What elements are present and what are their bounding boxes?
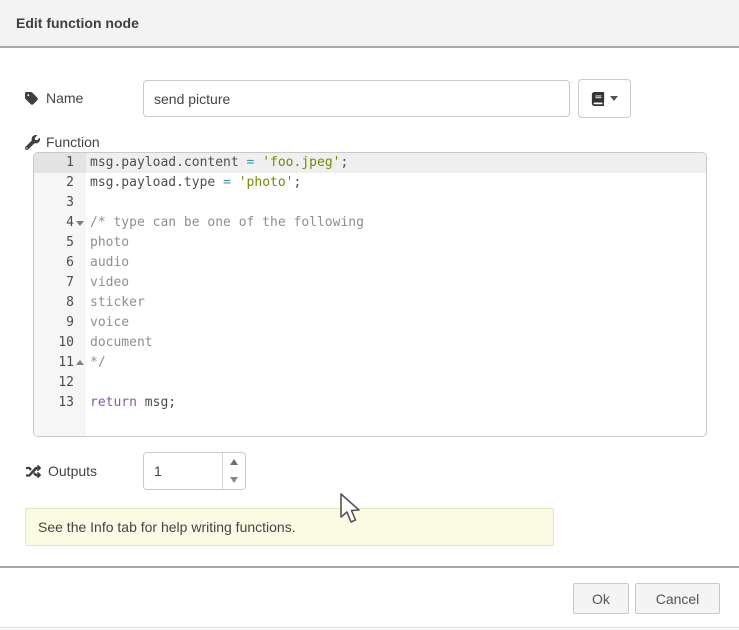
code-line[interactable]: photo <box>86 233 706 253</box>
code-lines[interactable]: msg.payload.content = 'foo.jpeg';msg.pay… <box>86 153 706 436</box>
gutter-line-number: 12 <box>34 373 86 393</box>
name-label-text: Name <box>46 90 83 106</box>
spinner-up-button[interactable] <box>223 453 245 471</box>
code-line[interactable]: */ <box>86 353 706 373</box>
outputs-spinner <box>143 452 246 490</box>
gutter-line-number: 8 <box>34 293 86 313</box>
code-line[interactable] <box>86 373 706 393</box>
arrow-up-icon <box>230 459 238 465</box>
function-code-editor[interactable]: 12345678910111213 msg.payload.content = … <box>33 152 707 437</box>
gutter-line-number: 13 <box>34 393 86 413</box>
book-icon <box>591 92 605 106</box>
cancel-button[interactable]: Cancel <box>635 583 720 614</box>
code-line[interactable]: video <box>86 273 706 293</box>
gutter-line-number: 3 <box>34 193 86 213</box>
tag-icon <box>25 91 40 106</box>
info-tip: See the Info tab for help writing functi… <box>25 508 554 546</box>
gutter-line-number: 2 <box>34 173 86 193</box>
code-line[interactable]: document <box>86 333 706 353</box>
gutter-line-number: 6 <box>34 253 86 273</box>
spinner-buttons <box>222 453 245 489</box>
dialog-title: Edit function node <box>16 15 139 31</box>
editor-gutter: 12345678910111213 <box>34 153 86 436</box>
function-label: Function <box>25 133 100 151</box>
gutter-line-number: 5 <box>34 233 86 253</box>
code-line[interactable]: audio <box>86 253 706 273</box>
code-line[interactable]: return msg; <box>86 393 706 413</box>
name-lookup-button[interactable] <box>578 79 631 118</box>
code-line[interactable]: /* type can be one of the following <box>86 213 706 233</box>
caret-down-icon <box>610 96 618 101</box>
code-line[interactable]: msg.payload.type = 'photo'; <box>86 173 706 193</box>
name-input[interactable] <box>143 80 570 117</box>
footer-divider <box>0 566 739 568</box>
outputs-label: Outputs <box>25 461 97 481</box>
spinner-down-button[interactable] <box>223 471 245 489</box>
gutter-line-number: 1 <box>34 153 86 173</box>
ok-button[interactable]: Ok <box>573 583 629 614</box>
wrench-icon <box>25 135 40 150</box>
code-line[interactable]: voice <box>86 313 706 333</box>
dialog-header: Edit function node <box>0 0 739 48</box>
name-label: Name <box>25 88 83 108</box>
gutter-line-number: 11 <box>34 353 86 373</box>
shuffle-icon <box>25 464 42 479</box>
code-line[interactable] <box>86 193 706 213</box>
gutter-line-number: 7 <box>34 273 86 293</box>
info-tip-text: See the Info tab for help writing functi… <box>38 519 296 535</box>
gutter-line-number: 10 <box>34 333 86 353</box>
outputs-label-text: Outputs <box>48 463 97 479</box>
code-line[interactable]: sticker <box>86 293 706 313</box>
function-label-text: Function <box>46 134 100 150</box>
fold-open-icon[interactable] <box>76 221 84 226</box>
code-line[interactable]: msg.payload.content = 'foo.jpeg'; <box>86 153 706 173</box>
arrow-down-icon <box>230 477 238 483</box>
gutter-line-number: 4 <box>34 213 86 233</box>
edit-function-node-dialog: Edit function node Name Function 1234567… <box>0 0 739 630</box>
outputs-input[interactable] <box>144 453 222 489</box>
gutter-line-number: 9 <box>34 313 86 333</box>
fold-end-icon[interactable] <box>76 360 84 365</box>
